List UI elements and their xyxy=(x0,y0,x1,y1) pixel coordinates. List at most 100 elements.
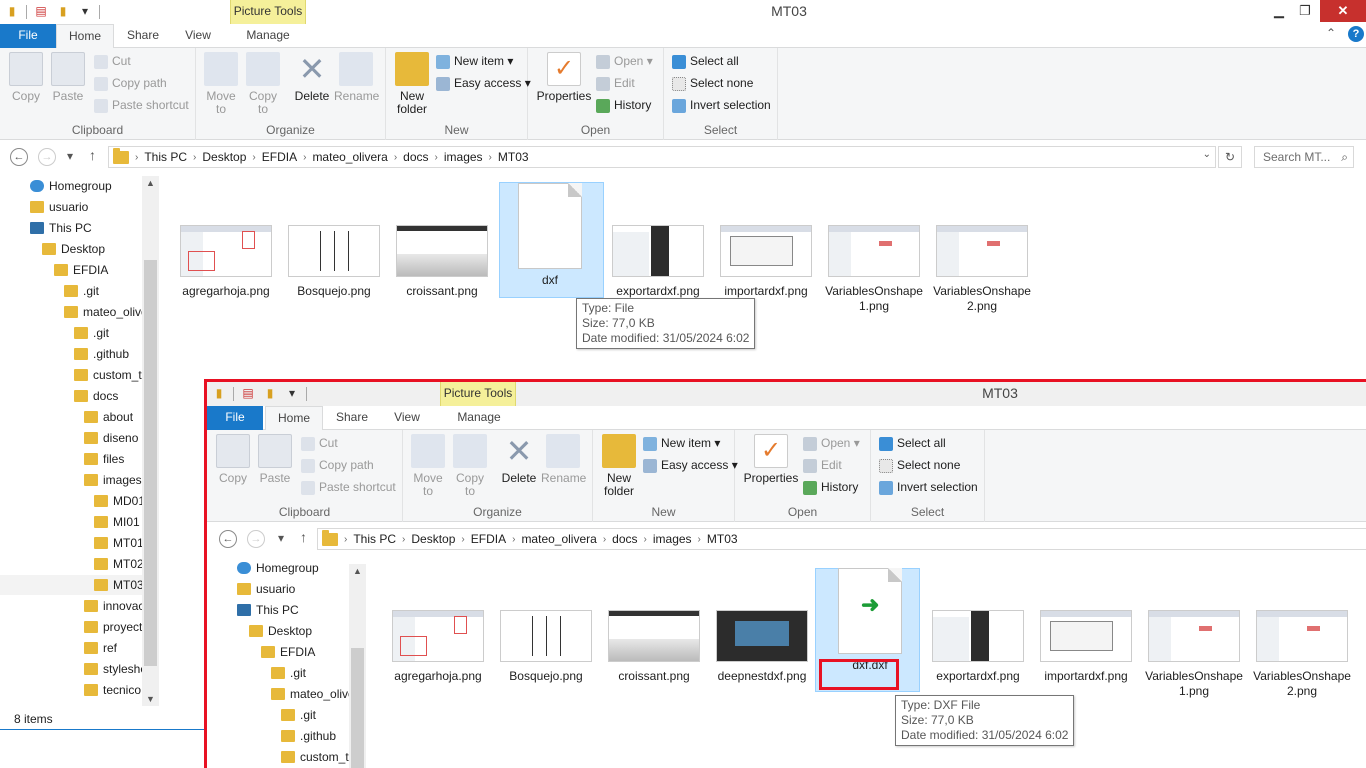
tree-item[interactable]: diseno xyxy=(84,428,138,448)
new-item-button[interactable]: New item ▾ xyxy=(436,51,513,71)
tree-item[interactable]: .git xyxy=(74,323,109,343)
tree-item[interactable]: mateo_olive xyxy=(64,302,148,322)
move-to-button[interactable]: Move to xyxy=(202,52,240,116)
tab-file[interactable]: File xyxy=(0,24,56,48)
breadcrumb-item[interactable]: images xyxy=(444,150,483,164)
cut-button[interactable]: Cut xyxy=(301,433,338,453)
file-item[interactable]: importardxf.png xyxy=(716,225,816,299)
breadcrumb-item[interactable]: EFDIA xyxy=(262,150,297,164)
address-bar[interactable]: › This PC › Desktop › EFDIA › mateo_olivera › doc… xyxy=(317,528,1366,550)
tree-item[interactable]: MT01 xyxy=(94,533,144,553)
breadcrumb-item[interactable]: This PC xyxy=(353,532,396,546)
breadcrumb-item[interactable]: mateo_olivera xyxy=(521,532,596,546)
recent-locations-button[interactable]: ▾ xyxy=(278,531,284,545)
breadcrumb-item[interactable]: mateo_olivera xyxy=(312,150,387,164)
tree-item[interactable]: This PC xyxy=(30,218,92,238)
tree-item[interactable]: EFDIA xyxy=(54,260,108,280)
tree-item[interactable]: Homegroup xyxy=(30,176,112,196)
select-all-button[interactable]: Select all xyxy=(879,433,946,453)
file-item[interactable]: deepnestdxf.png xyxy=(712,610,812,684)
tree-item[interactable]: .git xyxy=(281,705,316,725)
invert-selection-button[interactable]: Invert selection xyxy=(879,477,978,497)
breadcrumb-separator[interactable]: › xyxy=(402,534,405,545)
breadcrumb-separator[interactable]: › xyxy=(193,152,196,163)
file-item[interactable]: VariablesOnshape1.png xyxy=(1144,610,1244,699)
breadcrumb-item[interactable]: Desktop xyxy=(202,150,246,164)
file-item[interactable]: VariablesOnshape1.png xyxy=(824,225,924,314)
tree-item[interactable]: images xyxy=(84,470,142,490)
tree-item[interactable]: proyect xyxy=(84,617,142,637)
forward-button[interactable]: → xyxy=(247,530,265,548)
tab-file[interactable]: File xyxy=(207,406,263,430)
tree-item[interactable]: styleshe xyxy=(84,659,147,679)
tree-item[interactable]: files xyxy=(84,449,124,469)
tree-item[interactable]: usuario xyxy=(30,197,88,217)
breadcrumb-separator[interactable]: › xyxy=(394,152,397,163)
breadcrumb-separator[interactable]: › xyxy=(135,152,138,163)
tree-item[interactable]: about xyxy=(84,407,133,427)
breadcrumb-separator[interactable]: › xyxy=(252,152,255,163)
tab-manage[interactable]: Manage xyxy=(443,406,515,430)
easy-access-button[interactable]: Easy access ▾ xyxy=(436,73,531,93)
copy-to-button[interactable]: Copy to xyxy=(244,52,282,116)
recent-locations-button[interactable]: ▾ xyxy=(67,149,73,163)
open-button[interactable]: Open ▾ xyxy=(596,51,653,71)
tree-item[interactable]: .github xyxy=(74,344,129,364)
tab-view[interactable]: View xyxy=(381,406,433,430)
tree-item[interactable]: MI01 xyxy=(94,512,140,532)
breadcrumb-separator[interactable]: › xyxy=(644,534,647,545)
tree-item[interactable]: MT02 xyxy=(94,554,144,574)
tree-item[interactable]: ref xyxy=(84,638,117,658)
search-input[interactable]: Search MT... ⌕ xyxy=(1254,146,1354,168)
select-none-button[interactable]: Select none xyxy=(879,455,960,475)
tree-item[interactable]: .github xyxy=(281,726,336,746)
new-folder-button[interactable]: New folder xyxy=(392,52,432,116)
tree-item[interactable]: Desktop xyxy=(42,239,105,259)
edit-button[interactable]: Edit xyxy=(803,455,842,475)
breadcrumb-item[interactable]: MT03 xyxy=(707,532,738,546)
easy-access-button[interactable]: Easy access ▾ xyxy=(643,455,738,475)
file-item[interactable]: croissant.png xyxy=(604,610,704,684)
tree-item[interactable]: Desktop xyxy=(249,621,312,641)
rename-button[interactable]: Rename xyxy=(541,434,586,485)
file-item[interactable]: Bosquejo.png xyxy=(496,610,596,684)
file-item[interactable]: exportardxf.png xyxy=(928,610,1028,684)
help-icon[interactable]: ? xyxy=(1348,26,1364,42)
edit-button[interactable]: Edit xyxy=(596,73,635,93)
properties-icon[interactable]: ▤ xyxy=(33,4,49,19)
chevron-down-icon[interactable]: ▼ xyxy=(146,694,155,704)
copy-path-button[interactable]: Copy path xyxy=(301,455,374,475)
tab-manage[interactable]: Manage xyxy=(232,24,304,48)
breadcrumb-separator[interactable]: › xyxy=(489,152,492,163)
copy-button[interactable]: Copy xyxy=(213,434,253,485)
breadcrumb-item[interactable]: This PC xyxy=(144,150,187,164)
back-button[interactable]: ← xyxy=(219,530,237,548)
breadcrumb-separator[interactable]: › xyxy=(603,534,606,545)
tab-home[interactable]: Home xyxy=(56,24,114,49)
tree-item[interactable]: mateo_olive xyxy=(271,684,355,704)
properties-button[interactable]: ✓ Properties xyxy=(536,52,592,103)
file-item[interactable]: croissant.png xyxy=(392,225,492,299)
tab-share[interactable]: Share xyxy=(325,406,379,430)
invert-selection-button[interactable]: Invert selection xyxy=(672,95,771,115)
breadcrumb-separator[interactable]: › xyxy=(435,152,438,163)
properties-icon[interactable]: ▤ xyxy=(240,386,256,401)
tree-item[interactable]: Homegroup xyxy=(237,558,319,578)
history-button[interactable]: History xyxy=(803,477,858,497)
new-item-button[interactable]: New item ▾ xyxy=(643,433,720,453)
tree-item[interactable]: EFDIA xyxy=(261,642,315,662)
tree-item[interactable]: innovac xyxy=(84,596,144,616)
delete-button[interactable]: ✕ Delete xyxy=(292,52,332,103)
breadcrumb-separator[interactable]: › xyxy=(512,534,515,545)
move-to-button[interactable]: Move to xyxy=(409,434,447,498)
breadcrumb-item[interactable]: docs xyxy=(403,150,428,164)
breadcrumb-item[interactable]: EFDIA xyxy=(471,532,506,546)
paste-shortcut-button[interactable]: Paste shortcut xyxy=(301,477,396,497)
file-item[interactable]: agregarhoja.png xyxy=(176,225,276,299)
tree-item[interactable]: .git xyxy=(271,663,306,683)
cut-button[interactable]: Cut xyxy=(94,51,131,71)
file-item[interactable]: VariablesOnshape2.png xyxy=(1252,610,1352,699)
new-folder-icon[interactable]: ▮ xyxy=(55,4,71,19)
address-bar[interactable]: › This PC › Desktop › EFDIA › mateo_olivera › doc… xyxy=(108,146,1216,168)
up-button[interactable]: ↑ xyxy=(89,147,96,163)
